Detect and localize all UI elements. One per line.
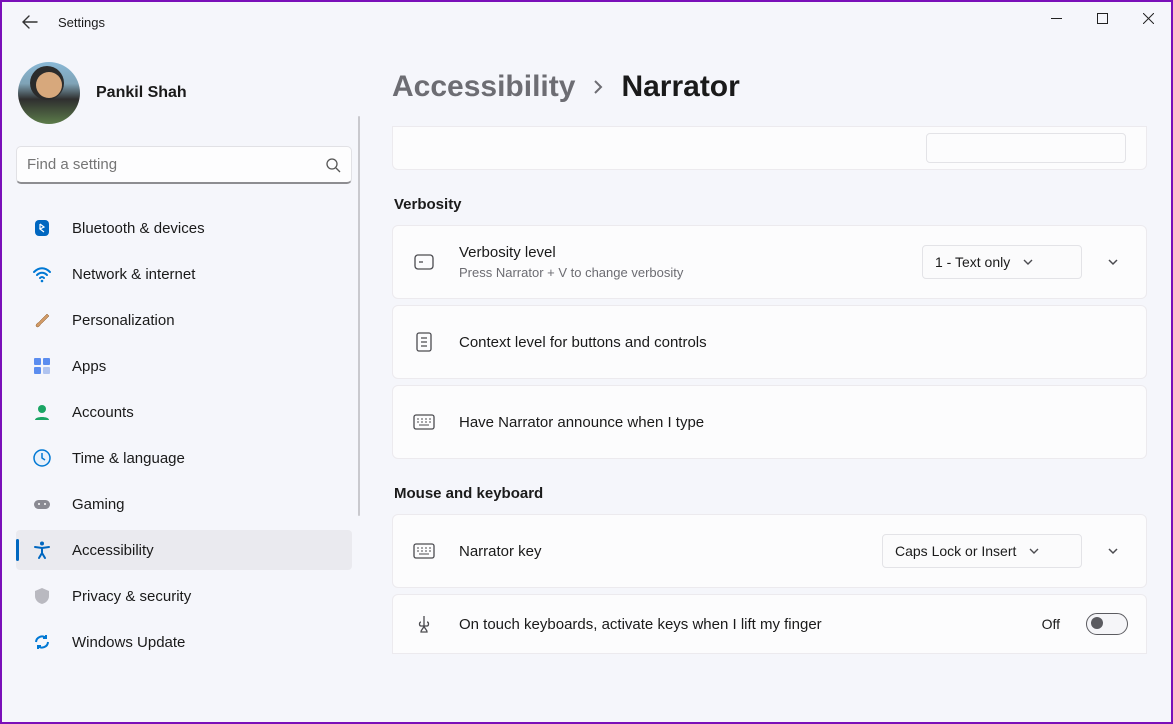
maximize-button[interactable] xyxy=(1079,2,1125,34)
sidebar-item-network[interactable]: Network & internet xyxy=(16,254,352,294)
expand-verbosity-button[interactable] xyxy=(1098,247,1128,277)
settings-window: Settings Pankil Shah Bluetoot xyxy=(0,0,1173,724)
chevron-down-icon xyxy=(1028,545,1040,557)
window-controls xyxy=(1033,2,1171,34)
sidebar-item-time[interactable]: Time & language xyxy=(16,438,352,478)
chevron-down-icon xyxy=(1106,255,1120,269)
sidebar: Pankil Shah Bluetooth & devices Network … xyxy=(2,42,362,722)
sidebar-item-apps[interactable]: Apps xyxy=(16,346,352,386)
sidebar-item-accounts[interactable]: Accounts xyxy=(16,392,352,432)
clock-icon xyxy=(30,446,54,470)
chevron-right-icon xyxy=(589,78,607,96)
titlebar: Settings xyxy=(2,2,1171,42)
toggle-state-label: Off xyxy=(1042,616,1060,632)
avatar xyxy=(18,62,80,124)
sidebar-item-label: Windows Update xyxy=(72,634,185,651)
accessibility-icon xyxy=(30,538,54,562)
card-verbosity-level: Verbosity level Press Narrator + V to ch… xyxy=(392,225,1147,299)
verbosity-level-sub: Press Narrator + V to change verbosity xyxy=(459,265,922,280)
verbosity-level-label: Verbosity level xyxy=(459,244,922,261)
touch-kbd-label: On touch keyboards, activate keys when I… xyxy=(459,616,1042,633)
back-arrow-icon xyxy=(22,14,38,30)
card-announce-type[interactable]: Have Narrator announce when I type xyxy=(392,385,1147,459)
sidebar-item-label: Bluetooth & devices xyxy=(72,220,205,237)
verbosity-level-dropdown[interactable]: 1 - Text only xyxy=(922,245,1082,279)
narrator-key-label: Narrator key xyxy=(459,543,882,560)
narrator-key-value: Caps Lock or Insert xyxy=(895,543,1016,559)
sidebar-item-accessibility[interactable]: Accessibility xyxy=(16,530,352,570)
verbosity-level-value: 1 - Text only xyxy=(935,254,1010,270)
card-partial-top xyxy=(392,126,1147,170)
card-touch-keyboard: On touch keyboards, activate keys when I… xyxy=(392,594,1147,654)
sidebar-scrollbar[interactable] xyxy=(358,116,360,516)
expand-narrator-key-button[interactable] xyxy=(1098,536,1128,566)
search-icon xyxy=(325,157,341,173)
user-name: Pankil Shah xyxy=(96,84,187,102)
sidebar-item-gaming[interactable]: Gaming xyxy=(16,484,352,524)
shield-icon xyxy=(30,584,54,608)
back-button[interactable] xyxy=(16,8,44,36)
brush-icon xyxy=(30,308,54,332)
window-title: Settings xyxy=(58,15,105,30)
keyboard-icon xyxy=(411,538,437,564)
sidebar-item-update[interactable]: Windows Update xyxy=(16,622,352,662)
sidebar-item-label: Network & internet xyxy=(72,266,195,283)
chevron-down-icon xyxy=(1106,544,1120,558)
breadcrumb-parent[interactable]: Accessibility xyxy=(392,70,575,104)
chevron-down-icon xyxy=(1022,256,1034,268)
sidebar-item-label: Privacy & security xyxy=(72,588,191,605)
tag-icon xyxy=(411,249,437,275)
announce-type-label: Have Narrator announce when I type xyxy=(459,414,1128,431)
apps-icon xyxy=(30,354,54,378)
search-box[interactable] xyxy=(16,146,352,184)
sidebar-item-label: Apps xyxy=(72,358,106,375)
close-button[interactable] xyxy=(1125,2,1171,34)
bluetooth-icon xyxy=(30,216,54,240)
sidebar-item-label: Gaming xyxy=(72,496,125,513)
keyboard-icon xyxy=(411,409,437,435)
section-mouse-kbd-title: Mouse and keyboard xyxy=(394,485,1147,502)
section-verbosity-title: Verbosity xyxy=(394,196,1147,213)
user-profile[interactable]: Pankil Shah xyxy=(10,54,358,146)
update-icon xyxy=(30,630,54,654)
touch-kbd-toggle[interactable] xyxy=(1086,613,1128,635)
main-content: Accessibility Narrator Verbosity Verbosi… xyxy=(362,42,1171,722)
partial-dropdown[interactable] xyxy=(926,133,1126,163)
maximize-icon xyxy=(1097,13,1108,24)
context-level-label: Context level for buttons and controls xyxy=(459,334,1128,351)
sidebar-item-label: Personalization xyxy=(72,312,175,329)
sidebar-item-bluetooth[interactable]: Bluetooth & devices xyxy=(16,208,352,248)
breadcrumb-current: Narrator xyxy=(621,70,739,104)
person-icon xyxy=(30,400,54,424)
search-input[interactable] xyxy=(27,156,325,173)
sidebar-item-personalization[interactable]: Personalization xyxy=(16,300,352,340)
close-icon xyxy=(1143,13,1154,24)
document-icon xyxy=(411,329,437,355)
card-context-level: Context level for buttons and controls xyxy=(392,305,1147,379)
sidebar-item-privacy[interactable]: Privacy & security xyxy=(16,576,352,616)
card-narrator-key: Narrator key Caps Lock or Insert xyxy=(392,514,1147,588)
minimize-icon xyxy=(1051,13,1062,24)
sidebar-item-label: Accounts xyxy=(72,404,134,421)
nav-list: Bluetooth & devices Network & internet P… xyxy=(10,198,358,662)
sidebar-item-label: Time & language xyxy=(72,450,185,467)
touch-icon xyxy=(411,611,437,637)
minimize-button[interactable] xyxy=(1033,2,1079,34)
wifi-icon xyxy=(30,262,54,286)
sidebar-item-label: Accessibility xyxy=(72,542,154,559)
gamepad-icon xyxy=(30,492,54,516)
breadcrumb: Accessibility Narrator xyxy=(392,70,1147,104)
narrator-key-dropdown[interactable]: Caps Lock or Insert xyxy=(882,534,1082,568)
